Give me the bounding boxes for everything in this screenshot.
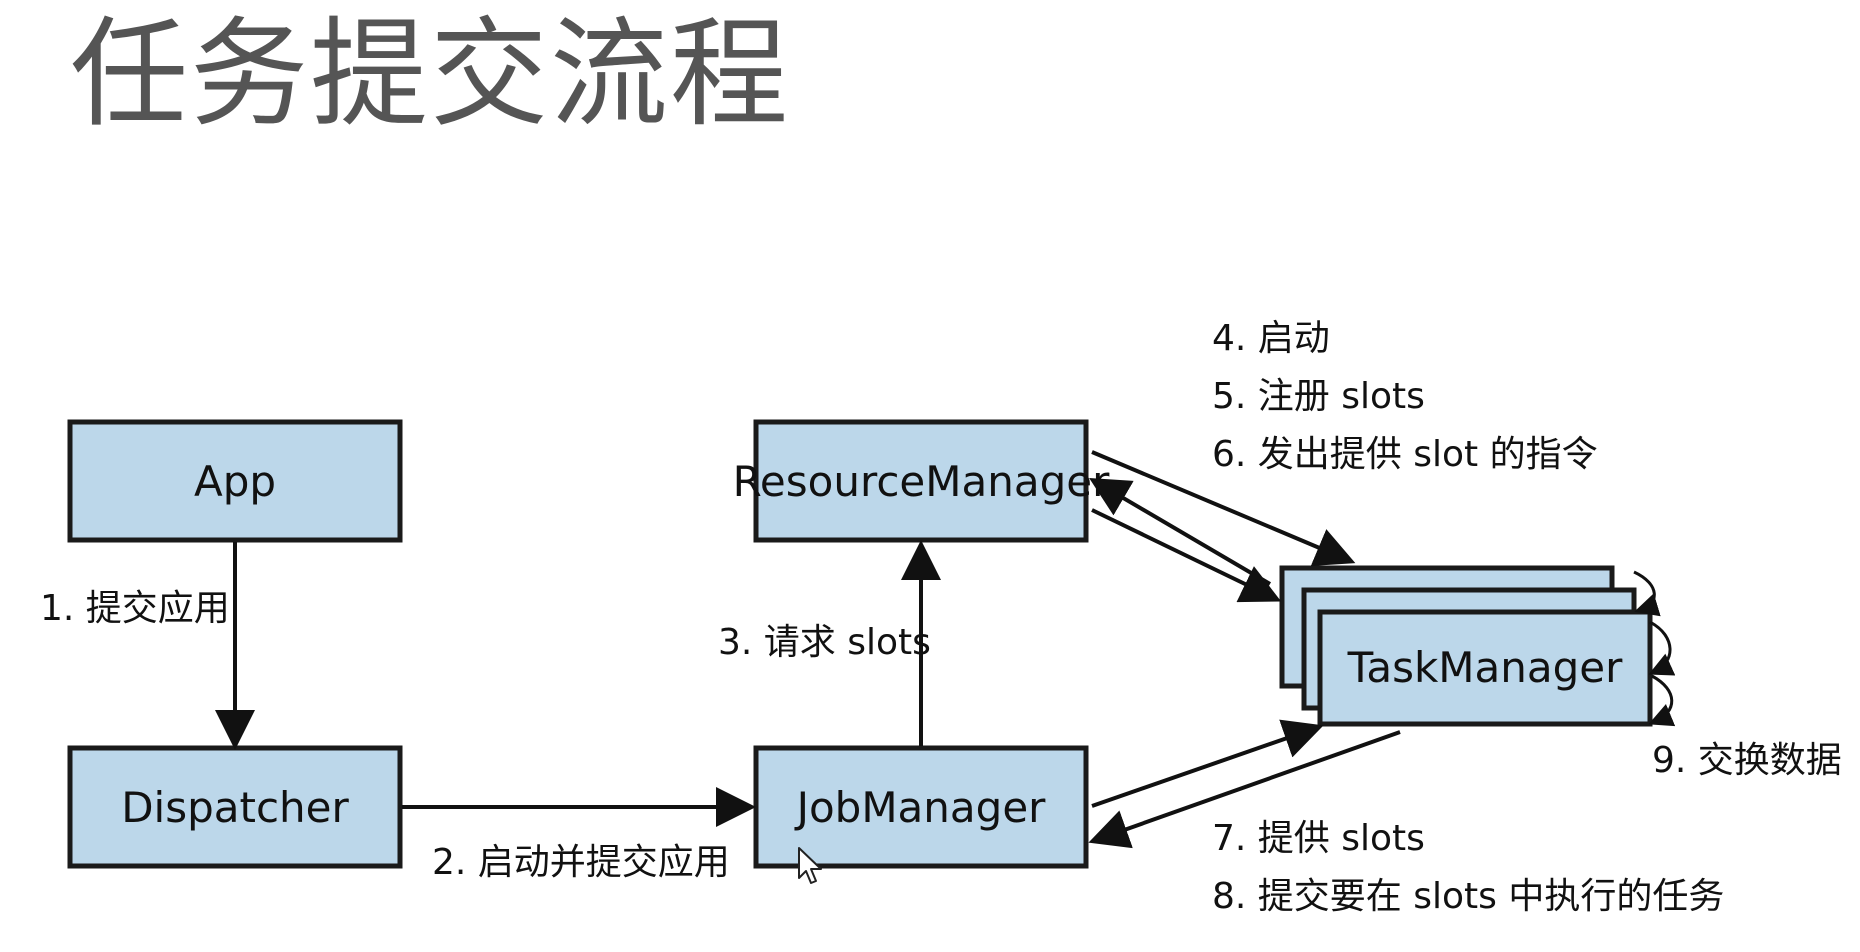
job-manager-label: JobManager (794, 783, 1047, 832)
step-5-label: 5. 注册 slots (1212, 376, 1425, 417)
arrow-jobmanager-to-taskmanager (1091, 719, 1324, 808)
step-9-label: 9. 交换数据 (1652, 740, 1842, 781)
arrow-taskmanager-to-resourcemanager (1089, 477, 1272, 586)
dispatcher-label: Dispatcher (121, 783, 349, 832)
resource-manager-box: ResourceManager (733, 419, 1110, 543)
arrow-resourcemanager-to-taskmanager-2 (1091, 508, 1282, 603)
step-4-label: 4. 启动 (1212, 318, 1330, 359)
resource-manager-label: ResourceManager (733, 457, 1110, 506)
step-2-label: 2. 启动并提交应用 (432, 842, 730, 883)
app-box: App (67, 419, 403, 543)
dispatcher-box: Dispatcher (67, 745, 403, 869)
step-6-label: 6. 发出提供 slot 的指令 (1212, 434, 1598, 475)
flow-diagram: App Dispatcher ResourceManager JobManage… (40, 318, 1842, 917)
step-8-label: 8. 提交要在 slots 中执行的任务 (1212, 876, 1724, 917)
mouse-cursor-icon (798, 847, 822, 884)
step-7-label: 7. 提供 slots (1212, 818, 1425, 859)
app-label: App (194, 457, 276, 506)
task-manager-stack: TaskManager (1279, 565, 1653, 727)
task-manager-label: TaskManager (1347, 643, 1623, 692)
step-3-label: 3. 请求 slots (718, 622, 931, 663)
step-1-label: 1. 提交应用 (40, 588, 230, 629)
